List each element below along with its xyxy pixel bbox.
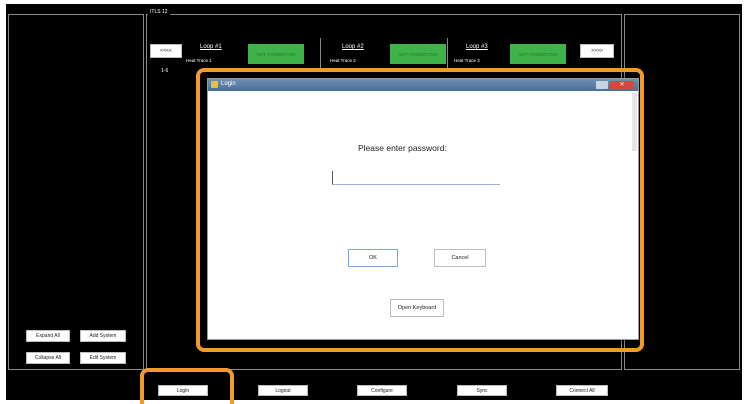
loop-card[interactable]: Loop #1 Heat Trace 1 NOT CONNECTED	[186, 40, 318, 70]
system-tree-panel	[8, 14, 144, 370]
connect-all-button[interactable]: Connect All	[556, 385, 608, 396]
loop-card[interactable]: Loop #3 Heat Trace 3 NOT CONNECTED	[452, 40, 576, 70]
loop-divider	[320, 38, 321, 70]
status-badge: NOT CONNECTED	[510, 44, 566, 64]
loop-title: Loop #3	[466, 44, 488, 50]
prev-page-button[interactable]: <<<<	[150, 44, 182, 58]
sync-button[interactable]: Sync	[457, 385, 507, 396]
page-range-label: 1-6	[161, 68, 169, 74]
edit-system-button[interactable]: Edit System	[80, 352, 126, 364]
add-system-button[interactable]: Add System	[80, 330, 126, 342]
loop-subtitle: Heat Trace 1	[186, 58, 212, 63]
loop-divider	[447, 38, 448, 70]
dialog-highlight	[196, 68, 644, 352]
configure-button[interactable]: Configure	[357, 385, 407, 396]
status-badge: NOT CONNECTED	[248, 44, 304, 64]
loop-title: Loop #2	[342, 44, 364, 50]
loop-subtitle: Heat Trace 3	[454, 58, 480, 63]
loop-card[interactable]: Loop #2 Heat Trace 2 NOT CONNECTED	[328, 40, 452, 70]
next-page-button[interactable]: >>>>	[580, 44, 614, 58]
loop-subtitle: Heat Trace 2	[330, 58, 356, 63]
system-name-label: ITLS 12	[148, 9, 170, 15]
loop-title: Loop #1	[200, 44, 222, 50]
login-button-highlight	[140, 368, 234, 404]
status-badge: NOT CONNECTED	[390, 44, 446, 64]
collapse-all-button[interactable]: Collapse All	[26, 352, 70, 364]
logout-button[interactable]: Logout	[258, 385, 308, 396]
expand-all-button[interactable]: Expand All	[26, 330, 70, 342]
